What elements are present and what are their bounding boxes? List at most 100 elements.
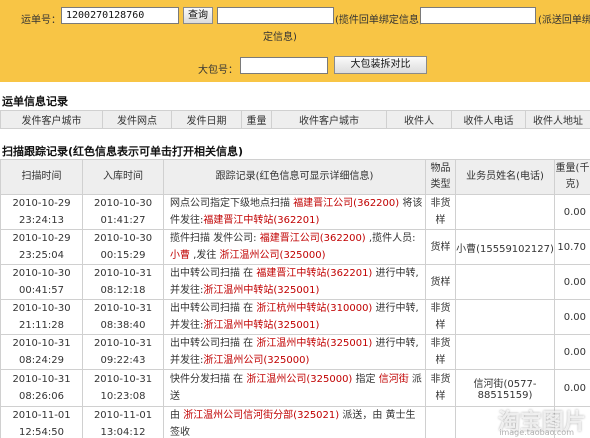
scan-time-clock: 00:41:57: [19, 285, 64, 296]
scan-row: 2010-10-31 08:26:06 2010-10-31 10:23:08 快件分发…: [0, 369, 590, 407]
weight-value: 0.00: [554, 264, 590, 300]
tracking-record: 出中转公司扫描 在 福建晋江中转站(362201) 进行中转,并发往:浙江温州中…: [163, 264, 426, 300]
scan-time: 2010-11-01 12:54:50: [0, 406, 83, 438]
package-label: 大包号：: [198, 65, 238, 76]
col-scan-time: 扫描时间: [0, 159, 83, 195]
in-time-date: 2010-10-30: [93, 233, 153, 244]
col-receiver-address: 收件人地址: [525, 110, 590, 129]
in-time: 2010-10-31 08:12:18: [82, 264, 164, 300]
package-compare-button[interactable]: 大包装拆对比: [334, 56, 427, 74]
staff-name: [455, 194, 555, 230]
col-weight: 重量(千克): [554, 159, 590, 195]
weight-value: 0.00: [554, 334, 590, 370]
tracking-record: 快件分发扫描 在 浙江温州公司(325000) 指定 信河街 派送: [163, 369, 426, 407]
record-link[interactable]: 福建晋江公司(362200): [260, 233, 366, 244]
item-type: 非货样: [425, 369, 456, 407]
item-type: 货样: [425, 264, 456, 300]
weight-value: 0.00: [554, 299, 590, 335]
scan-time-clock: 21:11:28: [19, 320, 64, 331]
record-text: 出中转公司扫描 在: [170, 338, 257, 349]
record-link[interactable]: 福建晋江中转站(362201): [203, 215, 319, 226]
staff-name: [455, 299, 555, 335]
col-send-date: 发件日期: [171, 110, 242, 129]
scan-time-date: 2010-10-29: [12, 233, 71, 244]
scan-row: 2010-10-29 23:24:13 2010-10-30 01:41:27 网点公司…: [0, 194, 590, 230]
scan-time: 2010-10-29 23:24:13: [0, 194, 83, 230]
record-link[interactable]: 浙江温州公司(325000): [203, 355, 309, 366]
scan-time: 2010-10-29 23:25:04: [0, 229, 83, 265]
scan-row: 2010-10-29 23:25:04 2010-10-30 00:15:29 揽件扫描…: [0, 229, 590, 265]
query-button[interactable]: 查询: [183, 7, 213, 24]
col-record: 跟踪记录(红色信息可显示详细信息): [163, 159, 426, 195]
record-link[interactable]: 浙江温州中转站(325001): [256, 338, 372, 349]
tracking-record: 揽件扫描 发件公司: 福建晋江公司(362200) ,揽件人员: 小曹 ,发往 …: [163, 229, 426, 265]
record-link[interactable]: 浙江温州公司(325000): [220, 250, 326, 261]
tracking-record: 出中转公司扫描 在 浙江杭州中转站(310000) 进行中转,并发往:浙江温州中…: [163, 299, 426, 335]
record-link[interactable]: 小曹: [170, 250, 190, 261]
staff-name: 小曹(15559102127): [455, 229, 555, 265]
in-time: 2010-10-30 01:41:27: [82, 194, 164, 230]
scan-time-date: 2010-11-01: [12, 410, 71, 421]
item-type: 非货样: [425, 334, 456, 370]
delivery-bind-note: (派送回单绑: [538, 15, 590, 26]
delivery-bind-note-cont: 定信息): [263, 32, 297, 43]
scan-time-clock: 23:25:04: [19, 250, 64, 261]
pickup-bind-note: (揽件回单绑定信息): [335, 15, 423, 26]
staff-name: [455, 264, 555, 300]
waybill-number-input[interactable]: [61, 7, 179, 24]
in-time-date: 2010-10-30: [93, 198, 153, 209]
record-link[interactable]: 浙江杭州中转站(310000): [256, 303, 372, 314]
record-link[interactable]: 浙江温州中转站(325001): [203, 285, 319, 296]
tracking-record: 网点公司指定下级地点扫描 福建晋江公司(362200) 将该件发往:福建晋江中转…: [163, 194, 426, 230]
scan-row: 2010-10-30 21:11:28 2010-10-31 08:38:40 出中转公…: [0, 299, 590, 335]
item-type: 货样: [425, 229, 456, 265]
record-link[interactable]: 福建晋江公司(362200): [293, 198, 399, 209]
staff-name: [455, 334, 555, 370]
col-weight: 重量: [241, 110, 272, 129]
record-text: 网点公司指定下级地点扫描: [170, 198, 294, 209]
search-panel: 运单号： 查询 (揽件回单绑定信息) (派送回单绑 定信息) 大包号： 大包装拆…: [0, 0, 590, 82]
scan-time: 2010-10-31 08:24:29: [0, 334, 83, 370]
record-link[interactable]: 浙江温州公司信河街分部(325021): [183, 410, 339, 421]
record-text: 快件分发扫描 在: [170, 374, 247, 385]
scan-tracking-title: 扫描跟踪记录(红色信息表示可单击打开相关信息): [2, 145, 244, 158]
record-text: 出中转公司扫描 在: [170, 268, 257, 279]
col-receiver-city: 收件客户城市: [271, 110, 387, 129]
in-time-date: 2010-10-31: [93, 303, 153, 314]
scan-time-date: 2010-10-30: [12, 268, 71, 279]
scan-time-clock: 08:26:06: [19, 391, 64, 402]
in-time: 2010-10-31 10:23:08: [82, 369, 164, 407]
weight-value: 0.00: [554, 194, 590, 230]
col-staff: 业务员姓名(电话): [455, 159, 555, 195]
package-number-input[interactable]: [240, 57, 328, 74]
scan-time: 2010-10-31 08:26:06: [0, 369, 83, 407]
in-time: 2010-10-31 08:38:40: [82, 299, 164, 335]
in-time-date: 2010-11-01: [93, 410, 153, 421]
in-time: 2010-11-01 13:04:12: [82, 406, 164, 438]
record-text: 由: [170, 410, 184, 421]
in-time-date: 2010-10-31: [93, 374, 153, 385]
waybill-info-title: 运单信息记录: [2, 95, 68, 108]
record-link[interactable]: 浙江温州中转站(325001): [203, 320, 319, 331]
col-sender-city: 发件客户城市: [0, 110, 103, 129]
scan-time-clock: 12:54:50: [19, 427, 64, 438]
scan-time: 2010-10-30 00:41:57: [0, 264, 83, 300]
record-text: 指定: [352, 374, 379, 385]
waybill-info-table: 发件客户城市 发件网点 发件日期 重量 收件客户城市 收件人 收件人电话 收件人…: [0, 110, 590, 129]
scan-time-clock: 23:24:13: [19, 215, 64, 226]
in-time-clock: 08:12:18: [100, 285, 146, 296]
waybill-label: 运单号：: [21, 15, 61, 26]
tracking-record: 由 浙江温州公司信河街分部(325021) 派送，由 黄士生 签收: [163, 406, 426, 438]
delivery-bind-input[interactable]: [420, 7, 536, 24]
in-time-clock: 13:04:12: [100, 427, 146, 438]
item-type: [425, 406, 456, 438]
scan-tracking-table: 扫描时间 入库时间 跟踪记录(红色信息可显示详细信息) 物品类型 业务员姓名(电…: [0, 159, 590, 438]
in-time-date: 2010-10-31: [93, 268, 153, 279]
record-link[interactable]: 浙江温州公司(325000): [246, 374, 352, 385]
pickup-bind-input[interactable]: [217, 7, 334, 24]
record-link[interactable]: 福建晋江中转站(362201): [256, 268, 372, 279]
col-in-time: 入库时间: [82, 159, 164, 195]
record-text: 出中转公司扫描 在: [170, 303, 257, 314]
record-text: ,发往: [190, 250, 220, 261]
record-link[interactable]: 信河街: [379, 374, 409, 385]
